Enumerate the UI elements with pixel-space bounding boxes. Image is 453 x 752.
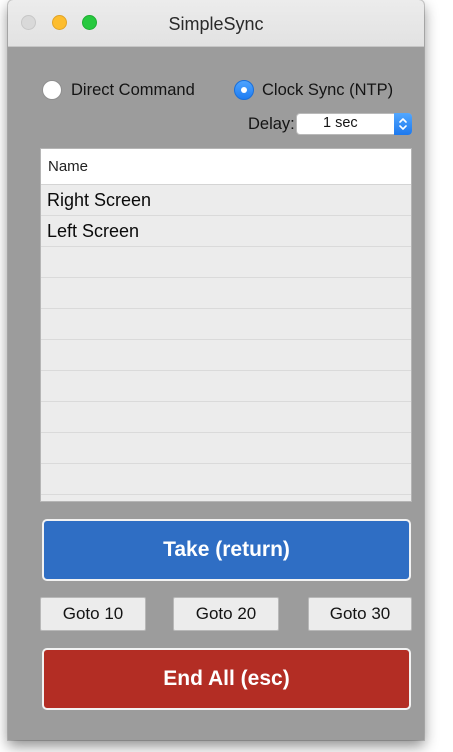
table-row[interactable] — [41, 371, 411, 402]
table-row[interactable]: Left Screen — [41, 216, 411, 247]
goto-20-button[interactable]: Goto 20 — [173, 597, 279, 631]
table-row[interactable]: Right Screen — [41, 185, 411, 216]
screens-table[interactable]: Name Right Screen Left Screen — [40, 148, 412, 502]
table-row[interactable] — [41, 402, 411, 433]
goto-10-button[interactable]: Goto 10 — [40, 597, 146, 631]
table-row[interactable] — [41, 464, 411, 495]
delay-value: 1 sec — [323, 115, 358, 131]
clock-sync-radio[interactable] — [234, 80, 254, 100]
mode-radio-group: Direct Command Clock Sync (NTP) — [8, 80, 424, 104]
end-all-button[interactable]: End All (esc) — [42, 648, 411, 710]
table-row[interactable] — [41, 278, 411, 309]
table-row[interactable] — [41, 433, 411, 464]
delay-label: Delay: — [248, 115, 295, 133]
take-button[interactable]: Take (return) — [42, 519, 411, 581]
goto-30-button[interactable]: Goto 30 — [308, 597, 412, 631]
delay-select[interactable]: 1 sec — [296, 113, 412, 135]
clock-sync-label[interactable]: Clock Sync (NTP) — [262, 80, 393, 100]
window-title: SimpleSync — [168, 14, 264, 34]
table-row[interactable] — [41, 309, 411, 340]
app-window: SimpleSync Direct Command Clock Sync (NT… — [8, 0, 424, 740]
direct-command-radio[interactable] — [42, 80, 62, 100]
direct-command-label[interactable]: Direct Command — [71, 80, 195, 100]
table-row[interactable] — [41, 340, 411, 371]
column-header-name[interactable]: Name — [41, 149, 411, 185]
chevron-updown-icon[interactable] — [394, 113, 412, 135]
table-row[interactable] — [41, 247, 411, 278]
title-bar[interactable]: SimpleSync — [8, 0, 424, 47]
